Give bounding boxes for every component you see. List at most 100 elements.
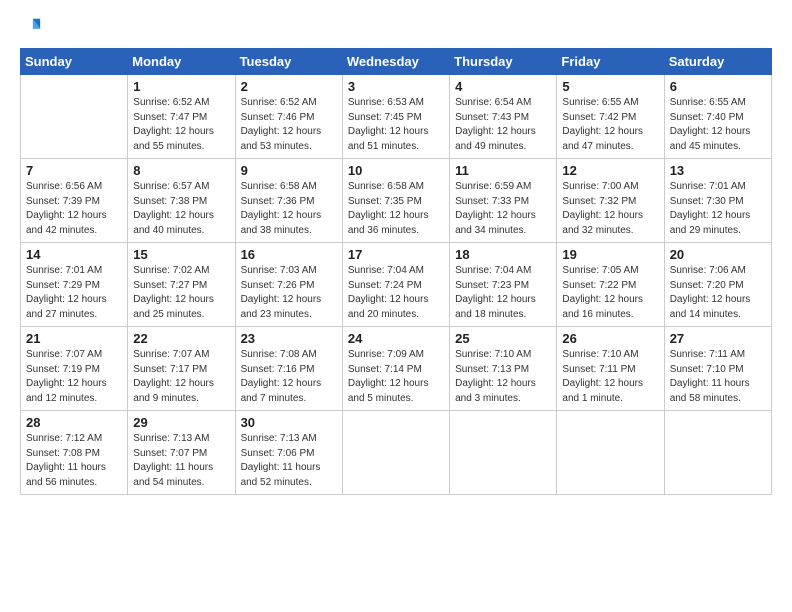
calendar-cell: [664, 411, 771, 495]
week-row-2: 7Sunrise: 6:56 AM Sunset: 7:39 PM Daylig…: [21, 159, 772, 243]
day-number: 3: [348, 79, 444, 94]
day-info: Sunrise: 7:01 AM Sunset: 7:29 PM Dayligh…: [26, 264, 122, 322]
day-info: Sunrise: 7:10 AM Sunset: 7:13 PM Dayligh…: [455, 348, 551, 406]
calendar-cell: 11 Sunrise: 6:59 AM Sunset: 7:33 PM Dayli…: [450, 159, 557, 243]
day-info: Sunrise: 7:07 AM Sunset: 7:19 PM Dayligh…: [26, 348, 122, 406]
calendar-cell: 29 Sunrise: 7:13 AM Sunset: 7:07 PM Dayli…: [128, 411, 235, 495]
day-number: 19: [562, 247, 658, 262]
day-number: 29: [133, 415, 229, 430]
day-number: 24: [348, 331, 444, 346]
day-info: Sunrise: 7:04 AM Sunset: 7:24 PM Dayligh…: [348, 264, 444, 322]
calendar-cell: 5 Sunrise: 6:55 AM Sunset: 7:42 PM Daylig…: [557, 75, 664, 159]
day-info: Sunrise: 7:13 AM Sunset: 7:06 PM Dayligh…: [241, 432, 337, 490]
week-row-3: 14 Sunrise: 7:01 AM Sunset: 7:29 PM Dayli…: [21, 243, 772, 327]
day-info: Sunrise: 6:53 AM Sunset: 7:45 PM Dayligh…: [348, 96, 444, 154]
day-info: Sunrise: 7:06 AM Sunset: 7:20 PM Dayligh…: [670, 264, 766, 322]
dow-header-saturday: Saturday: [664, 49, 771, 75]
calendar-body: 1 Sunrise: 6:52 AM Sunset: 7:47 PM Daylig…: [21, 75, 772, 495]
day-info: Sunrise: 7:13 AM Sunset: 7:07 PM Dayligh…: [133, 432, 229, 490]
day-number: 7: [26, 163, 122, 178]
day-info: Sunrise: 6:57 AM Sunset: 7:38 PM Dayligh…: [133, 180, 229, 238]
calendar-cell: 10Sunrise: 6:58 AM Sunset: 7:35 PM Dayli…: [342, 159, 449, 243]
calendar-cell: [557, 411, 664, 495]
day-info: Sunrise: 6:58 AM Sunset: 7:36 PM Dayligh…: [241, 180, 337, 238]
calendar-cell: 30 Sunrise: 7:13 AM Sunset: 7:06 PM Dayli…: [235, 411, 342, 495]
day-number: 23: [241, 331, 337, 346]
day-number: 1: [133, 79, 229, 94]
day-info: Sunrise: 7:01 AM Sunset: 7:30 PM Dayligh…: [670, 180, 766, 238]
calendar-cell: 12 Sunrise: 7:00 AM Sunset: 7:32 PM Dayli…: [557, 159, 664, 243]
calendar-cell: 3 Sunrise: 6:53 AM Sunset: 7:45 PM Daylig…: [342, 75, 449, 159]
calendar-cell: [342, 411, 449, 495]
day-info: Sunrise: 7:07 AM Sunset: 7:17 PM Dayligh…: [133, 348, 229, 406]
day-number: 14: [26, 247, 122, 262]
calendar-cell: 18 Sunrise: 7:04 AM Sunset: 7:23 PM Dayli…: [450, 243, 557, 327]
calendar-cell: 27 Sunrise: 7:11 AM Sunset: 7:10 PM Dayli…: [664, 327, 771, 411]
day-number: 4: [455, 79, 551, 94]
dow-header-friday: Friday: [557, 49, 664, 75]
day-number: 13: [670, 163, 766, 178]
day-number: 25: [455, 331, 551, 346]
day-info: Sunrise: 7:10 AM Sunset: 7:11 PM Dayligh…: [562, 348, 658, 406]
calendar-cell: 6 Sunrise: 6:55 AM Sunset: 7:40 PM Daylig…: [664, 75, 771, 159]
day-number: 30: [241, 415, 337, 430]
day-number: 21: [26, 331, 122, 346]
calendar-cell: 23 Sunrise: 7:08 AM Sunset: 7:16 PM Dayli…: [235, 327, 342, 411]
calendar-cell: 25 Sunrise: 7:10 AM Sunset: 7:13 PM Dayli…: [450, 327, 557, 411]
header: [20, 16, 772, 38]
calendar-cell: 8 Sunrise: 6:57 AM Sunset: 7:38 PM Daylig…: [128, 159, 235, 243]
day-info: Sunrise: 6:55 AM Sunset: 7:40 PM Dayligh…: [670, 96, 766, 154]
calendar-table: SundayMondayTuesdayWednesdayThursdayFrid…: [20, 48, 772, 495]
day-info: Sunrise: 7:05 AM Sunset: 7:22 PM Dayligh…: [562, 264, 658, 322]
day-number: 5: [562, 79, 658, 94]
calendar-cell: 16Sunrise: 7:03 AM Sunset: 7:26 PM Dayli…: [235, 243, 342, 327]
day-number: 27: [670, 331, 766, 346]
day-number: 28: [26, 415, 122, 430]
logo: [20, 16, 44, 38]
logo-icon: [20, 16, 42, 38]
calendar-cell: 24 Sunrise: 7:09 AM Sunset: 7:14 PM Dayli…: [342, 327, 449, 411]
day-info: Sunrise: 6:55 AM Sunset: 7:42 PM Dayligh…: [562, 96, 658, 154]
calendar-cell: 19 Sunrise: 7:05 AM Sunset: 7:22 PM Dayli…: [557, 243, 664, 327]
day-number: 11: [455, 163, 551, 178]
dow-header-thursday: Thursday: [450, 49, 557, 75]
calendar-cell: 7Sunrise: 6:56 AM Sunset: 7:39 PM Daylig…: [21, 159, 128, 243]
week-row-1: 1 Sunrise: 6:52 AM Sunset: 7:47 PM Daylig…: [21, 75, 772, 159]
days-of-week-row: SundayMondayTuesdayWednesdayThursdayFrid…: [21, 49, 772, 75]
day-info: Sunrise: 6:59 AM Sunset: 7:33 PM Dayligh…: [455, 180, 551, 238]
day-info: Sunrise: 7:12 AM Sunset: 7:08 PM Dayligh…: [26, 432, 122, 490]
calendar-cell: 1 Sunrise: 6:52 AM Sunset: 7:47 PM Daylig…: [128, 75, 235, 159]
calendar-cell: 13 Sunrise: 7:01 AM Sunset: 7:30 PM Dayli…: [664, 159, 771, 243]
calendar-cell: 21 Sunrise: 7:07 AM Sunset: 7:19 PM Dayli…: [21, 327, 128, 411]
day-info: Sunrise: 6:52 AM Sunset: 7:47 PM Dayligh…: [133, 96, 229, 154]
day-number: 10: [348, 163, 444, 178]
day-info: Sunrise: 7:08 AM Sunset: 7:16 PM Dayligh…: [241, 348, 337, 406]
calendar-cell: 17 Sunrise: 7:04 AM Sunset: 7:24 PM Dayli…: [342, 243, 449, 327]
dow-header-wednesday: Wednesday: [342, 49, 449, 75]
dow-header-sunday: Sunday: [21, 49, 128, 75]
week-row-4: 21 Sunrise: 7:07 AM Sunset: 7:19 PM Dayli…: [21, 327, 772, 411]
day-info: Sunrise: 6:54 AM Sunset: 7:43 PM Dayligh…: [455, 96, 551, 154]
day-number: 2: [241, 79, 337, 94]
day-number: 6: [670, 79, 766, 94]
day-info: Sunrise: 7:09 AM Sunset: 7:14 PM Dayligh…: [348, 348, 444, 406]
day-number: 15: [133, 247, 229, 262]
calendar-cell: 14 Sunrise: 7:01 AM Sunset: 7:29 PM Dayli…: [21, 243, 128, 327]
day-number: 17: [348, 247, 444, 262]
day-number: 26: [562, 331, 658, 346]
day-number: 9: [241, 163, 337, 178]
day-number: 18: [455, 247, 551, 262]
dow-header-monday: Monday: [128, 49, 235, 75]
day-info: Sunrise: 7:04 AM Sunset: 7:23 PM Dayligh…: [455, 264, 551, 322]
calendar-cell: 28 Sunrise: 7:12 AM Sunset: 7:08 PM Dayli…: [21, 411, 128, 495]
day-number: 8: [133, 163, 229, 178]
calendar-cell: 15 Sunrise: 7:02 AM Sunset: 7:27 PM Dayli…: [128, 243, 235, 327]
day-info: Sunrise: 7:02 AM Sunset: 7:27 PM Dayligh…: [133, 264, 229, 322]
day-info: Sunrise: 7:03 AM Sunset: 7:26 PM Dayligh…: [241, 264, 337, 322]
calendar-cell: [21, 75, 128, 159]
day-info: Sunrise: 7:11 AM Sunset: 7:10 PM Dayligh…: [670, 348, 766, 406]
day-number: 20: [670, 247, 766, 262]
day-info: Sunrise: 7:00 AM Sunset: 7:32 PM Dayligh…: [562, 180, 658, 238]
dow-header-tuesday: Tuesday: [235, 49, 342, 75]
day-number: 12: [562, 163, 658, 178]
